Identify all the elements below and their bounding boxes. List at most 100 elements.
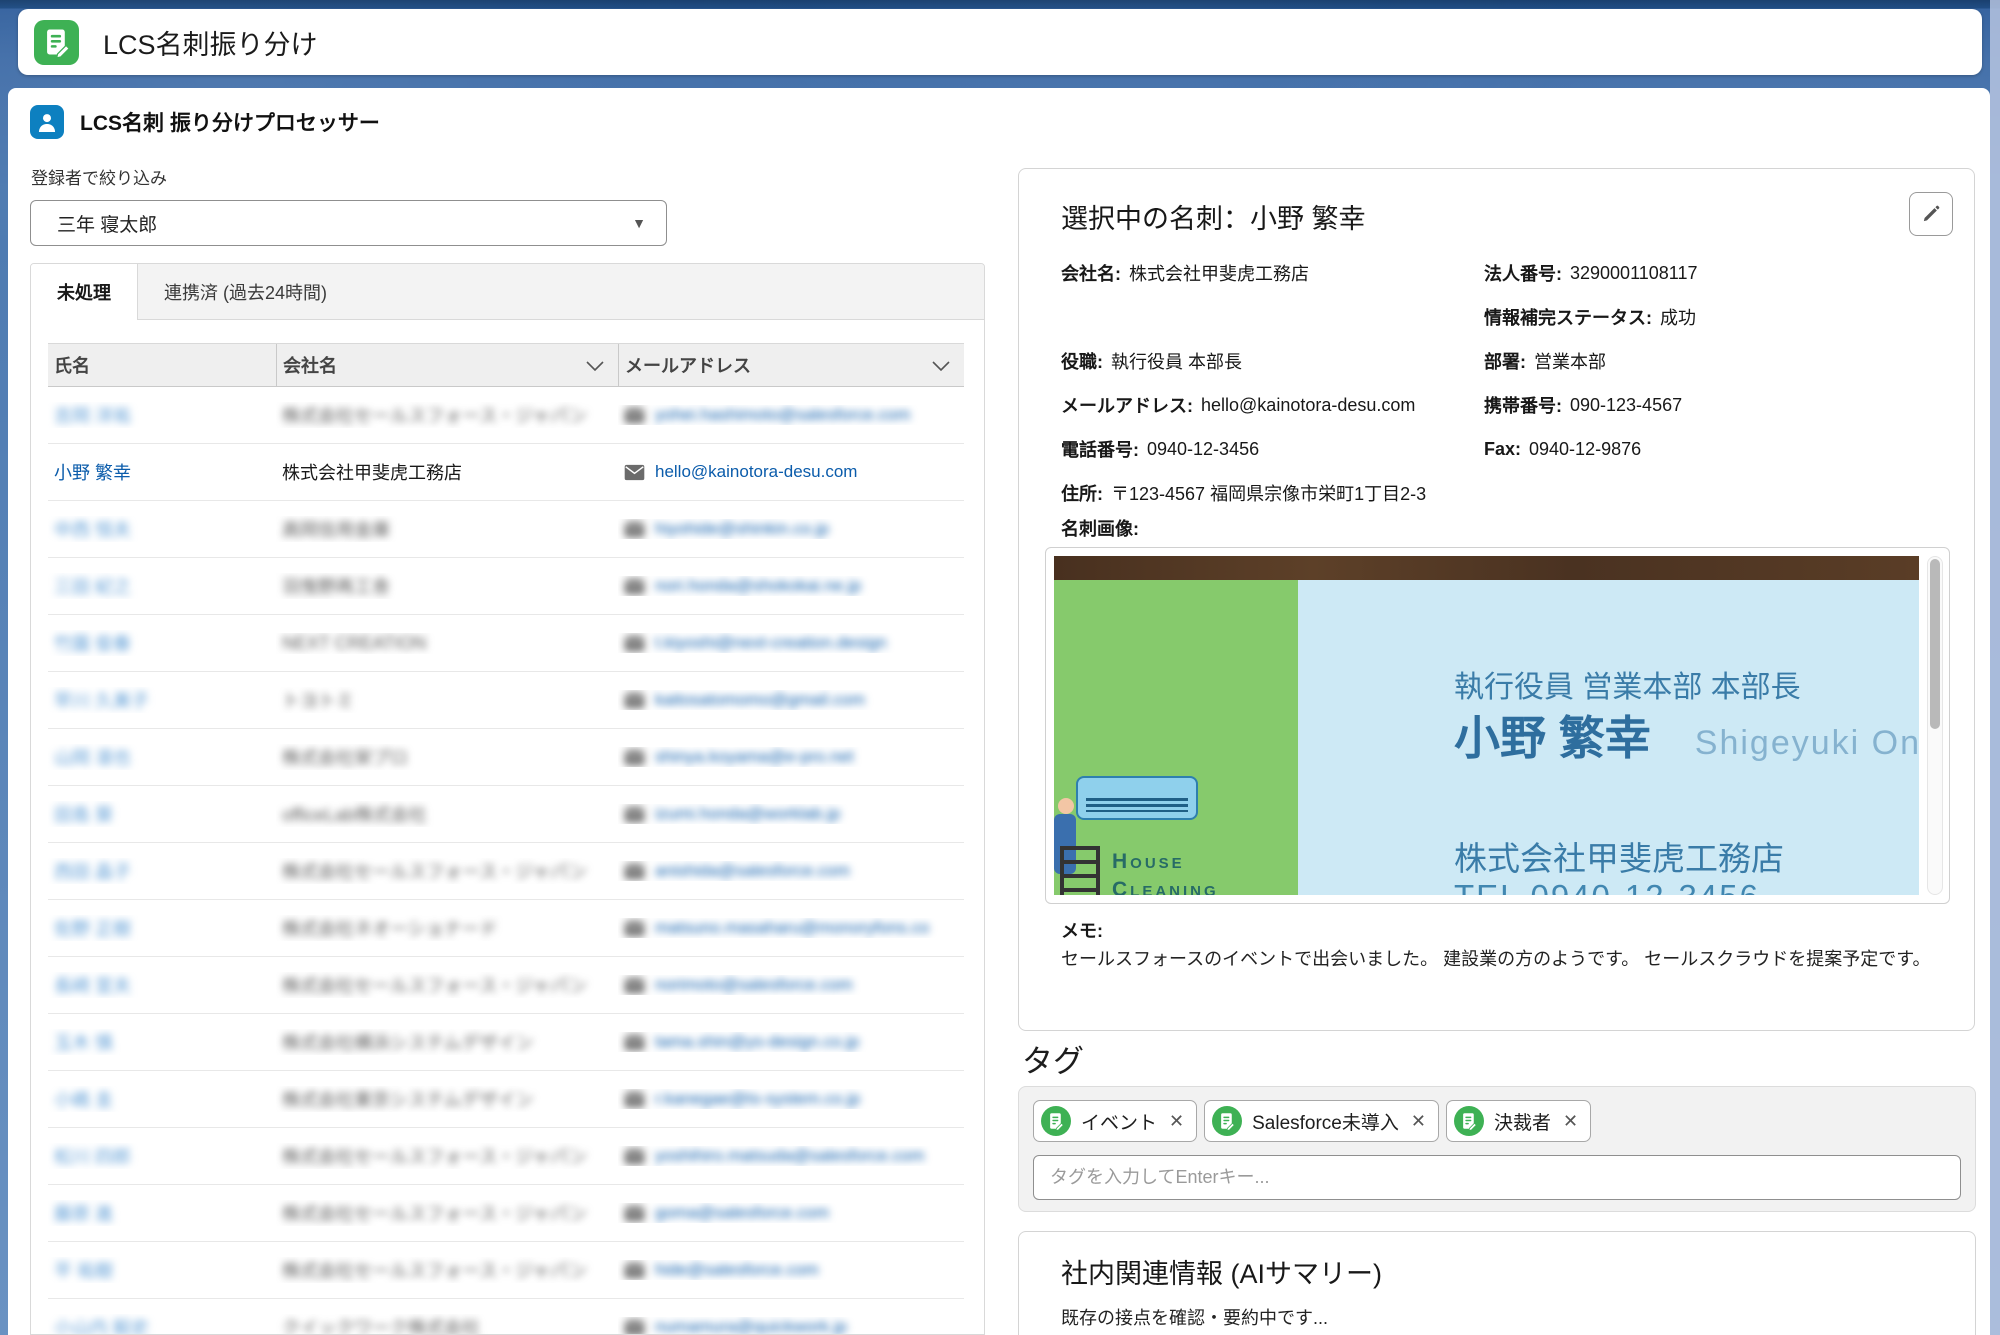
row-company-cell: クイックワーク株式会社: [276, 1314, 618, 1335]
detail-label: 情報補完ステータス:: [1484, 304, 1652, 330]
contact-name-link[interactable]: 平 祐樹: [54, 1261, 113, 1281]
detail-value: 株式会社甲斐虎工務店: [1129, 260, 1309, 286]
table-row[interactable]: 吉岡 洋祐株式会社セールスフォース・ジャパンyohei.hashimoto@sa…: [48, 387, 964, 444]
contact-name-link[interactable]: 長崎 宣夫: [54, 976, 131, 996]
pencil-icon: [1920, 203, 1942, 225]
row-company-cell: 株式会社栄プロ: [276, 744, 618, 770]
image-scrollbar-thumb[interactable]: [1930, 559, 1940, 729]
row-email-cell: goma@salesforce.com: [618, 1203, 964, 1223]
registrant-filter-select[interactable]: 三年 寝太郎 ▼: [30, 200, 667, 246]
table-row[interactable]: 西田 晶子 株式会社セールスフォース・ジャパン anishida@salesforc…: [48, 843, 964, 900]
tab-linked[interactable]: 連携済 (過去24時間): [138, 264, 353, 319]
row-name-cell: 田島 葵: [48, 801, 276, 827]
detail-row: 会社名: 株式会社甲斐虎工務店: [1061, 251, 1484, 295]
table-row[interactable]: 松川 四郎株式会社セールスフォース・ジャパンyoshihiro.matsuda@…: [48, 1128, 964, 1185]
tag-remove-icon[interactable]: ✕: [1411, 1111, 1426, 1132]
table-row[interactable]: 平 祐樹株式会社セールスフォース・ジャパンhide@salesforce.com: [48, 1242, 964, 1299]
edit-button[interactable]: [1909, 192, 1953, 236]
tag-remove-icon[interactable]: ✕: [1169, 1111, 1184, 1132]
image-scrollbar[interactable]: [1927, 556, 1943, 895]
email-link[interactable]: r.kanegae@ts-system.co.jp: [655, 1089, 860, 1109]
table-row[interactable]: 田島 葵officeLab株式会社izumi.honda@worklab.jp: [48, 786, 964, 843]
table-row[interactable]: 早川 久美子 トヨトミ kaitosatomomo@gmail.com: [48, 672, 964, 729]
email-link[interactable]: kaitosatomomo@gmail.com: [655, 690, 865, 710]
photo-blue-section: 執行役員 営業本部 本部長 小野 繁幸 Shigeyuki Ono 株式会社甲斐…: [1298, 580, 1919, 895]
detail-label: 住所:: [1061, 480, 1103, 506]
row-name-cell: 三田 紀之: [48, 573, 276, 599]
table-row[interactable]: 竹園 俊春NEXT CREATIONt.kiyoshi@next-creatio…: [48, 615, 964, 672]
contact-name-link[interactable]: 竹園 俊春: [54, 634, 131, 654]
table-row[interactable]: 小野 繁幸株式会社甲斐虎工務店hello@kainotora-desu.com: [48, 444, 964, 501]
column-header-name[interactable]: 氏名: [48, 344, 276, 386]
contact-name-link[interactable]: 小野 繁幸: [54, 463, 131, 483]
chevron-down-icon[interactable]: [932, 355, 950, 376]
ladder-illustration: [1060, 846, 1100, 895]
tag-input[interactable]: [1033, 1155, 1961, 1200]
contact-name-link[interactable]: 佐野 正樹: [54, 919, 131, 939]
tag-note-icon: [1454, 1106, 1484, 1136]
envelope-icon: [624, 1262, 645, 1279]
contact-name-link[interactable]: 小山内 毅史: [54, 1318, 149, 1335]
detail-row: 役職:執行役員 本部長: [1061, 339, 1484, 383]
email-link[interactable]: nori.honda@shokokai.ne.jp: [655, 576, 861, 596]
email-link[interactable]: hiyohide@shinkin.co.jp: [655, 519, 829, 539]
email-link[interactable]: goma@salesforce.com: [655, 1203, 829, 1223]
tag-remove-icon[interactable]: ✕: [1563, 1111, 1578, 1132]
table-row[interactable]: 小嶋 圭株式会社東京システムデザインr.kanegae@ts-system.co…: [48, 1071, 964, 1128]
table-row[interactable]: 山岡 凛也 株式会社栄プロ shinya.koyama@e-pro.net: [48, 729, 964, 786]
email-link[interactable]: hello@kainotora-desu.com: [655, 462, 857, 482]
row-company-cell: 株式会社セールスフォース・ジャパン: [276, 858, 618, 884]
detail-row: 携帯番号:090-123-4567: [1484, 383, 1924, 427]
row-email-cell: hide@salesforce.com: [618, 1260, 964, 1280]
filter-selected-value: 三年 寝太郎: [57, 210, 157, 237]
chevron-down-icon[interactable]: [586, 355, 604, 376]
row-name-cell: 玉木 慎: [48, 1029, 276, 1055]
memo-text: セールスフォースのイベントで出会いました。 建設業の方のようです。 セールスクラ…: [1061, 947, 1941, 972]
table-row[interactable]: 三田 紀之羽曳野再工舎nori.honda@shokokai.ne.jp: [48, 558, 964, 615]
contact-name-link[interactable]: 早川 久美子: [54, 691, 149, 711]
row-company-cell: トヨトミ: [276, 687, 618, 713]
envelope-icon: [624, 977, 645, 994]
row-name-cell: 小野 繁幸: [48, 459, 276, 485]
email-link[interactable]: norimoto@salesforce.com: [655, 975, 853, 995]
email-link[interactable]: izumi.honda@worklab.jp: [655, 804, 840, 824]
column-header-email[interactable]: メールアドレス: [618, 344, 964, 386]
contact-name-link[interactable]: 藤原 進: [54, 1204, 113, 1224]
photo-wood-table: [1054, 556, 1919, 580]
email-link[interactable]: tama.shin@ys-design.co.jp: [655, 1032, 859, 1052]
contact-name-link[interactable]: 三田 紀之: [54, 577, 131, 597]
table-row[interactable]: 佐野 正樹株式会社ネオーショナードmatsuno.masaharu@monory…: [48, 900, 964, 957]
email-link[interactable]: t.kiyoshi@next-creation.design: [655, 633, 887, 653]
contact-name-link[interactable]: 小嶋 圭: [54, 1090, 113, 1110]
table-row[interactable]: 藤原 進株式会社セールスフォース・ジャパンgoma@salesforce.com: [48, 1185, 964, 1242]
table-row[interactable]: 中西 恒夫高岡信用金庫hiyohide@shinkin.co.jp: [48, 501, 964, 558]
email-link[interactable]: yoshihiro.matsuda@salesforce.com: [655, 1146, 925, 1166]
table-row[interactable]: 長崎 宣夫株式会社セールスフォース・ジャパンnorimoto@salesforc…: [48, 957, 964, 1014]
detail-label: 会社名:: [1061, 260, 1121, 286]
table-row[interactable]: 小山内 毅史 クイックワーク株式会社 numamura@quickwork.jp: [48, 1299, 964, 1335]
contact-name-link[interactable]: 西田 晶子: [54, 862, 131, 882]
envelope-icon: [624, 578, 645, 595]
email-link[interactable]: hide@salesforce.com: [655, 1260, 819, 1280]
envelope-icon: [624, 692, 645, 709]
row-email-cell: yoshihiro.matsuda@salesforce.com: [618, 1146, 964, 1166]
envelope-icon: [624, 920, 645, 937]
contact-name-link[interactable]: 山岡 凛也: [54, 748, 131, 768]
contact-name-link[interactable]: 玉木 慎: [54, 1033, 113, 1053]
table-row[interactable]: 玉木 慎株式会社横浜システムデザインtama.shin@ys-design.co…: [48, 1014, 964, 1071]
contact-name-link[interactable]: 吉岡 洋祐: [54, 406, 131, 426]
house-cleaning-logo: House Cleaning: [1112, 848, 1219, 895]
detail-value: 営業本部: [1534, 348, 1606, 374]
row-name-cell: 小嶋 圭: [48, 1086, 276, 1112]
contact-name-link[interactable]: 中西 恒夫: [54, 520, 131, 540]
email-link[interactable]: shinya.koyama@e-pro.net: [655, 747, 854, 767]
email-link[interactable]: matsuno.masaharu@monoryfons.co: [655, 918, 929, 938]
contact-name-link[interactable]: 田島 葵: [54, 805, 113, 825]
contact-name-link[interactable]: 松川 四郎: [54, 1147, 131, 1167]
tab-unprocessed[interactable]: 未処理: [31, 264, 138, 320]
photo-green-section: House Cleaning: [1054, 580, 1298, 895]
email-link[interactable]: anishida@salesforce.com: [655, 861, 850, 881]
column-header-company[interactable]: 会社名: [276, 344, 618, 386]
email-link[interactable]: numamura@quickwork.jp: [655, 1317, 847, 1335]
email-link[interactable]: yohei.hashimoto@salesforce.com: [655, 405, 910, 425]
